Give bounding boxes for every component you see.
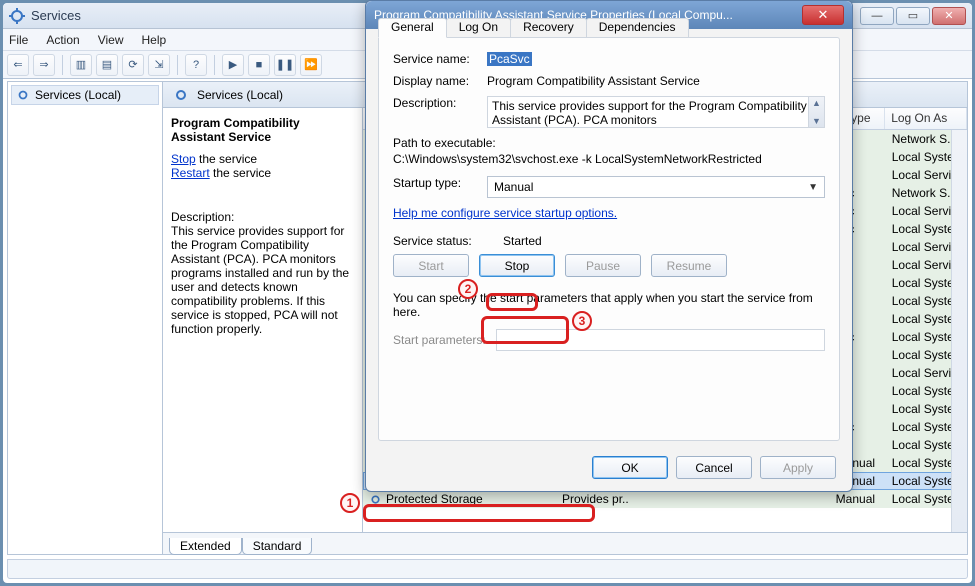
start-hint: You can specify the start parameters tha… [393,291,825,319]
detail-desc-heading: Description: [171,210,234,224]
dialog-tabs: General Log On Recovery Dependencies [378,19,688,39]
restart-link[interactable]: Restart [171,166,210,180]
status-label: Service status: [393,234,503,248]
export-button[interactable]: ⇲ [148,54,170,76]
detail-title: Program Compatibility Assistant Service [171,116,352,144]
pause-button[interactable]: Pause [565,254,641,277]
tab-extended[interactable]: Extended [169,538,242,555]
stop-button[interactable]: Stop [479,254,555,277]
col-logon[interactable]: Log On As [885,108,967,129]
help-startup-link[interactable]: Help me configure service startup option… [393,206,617,220]
statusbar [7,559,968,579]
desc-label: Description: [393,96,487,128]
dialog-close-button[interactable]: ✕ [802,5,844,25]
tab-general[interactable]: General [378,18,447,38]
desc-value: This service provides support for the Pr… [492,99,807,127]
annotation-label-2: 2 [458,279,478,299]
cell-startup: Manual [830,492,886,506]
chevron-up-icon: ▲ [812,98,821,108]
menu-file[interactable]: File [9,33,28,47]
startup-label: Startup type: [393,176,487,198]
restart-suffix: the service [210,166,271,180]
window-controls: — ▭ ✕ [860,7,966,25]
svcname-label: Service name: [393,52,487,66]
gear-icon [173,87,189,103]
path-label: Path to executable: [393,136,825,150]
back-button[interactable]: ⇐ [7,54,29,76]
separator [62,55,63,75]
tree-item-services-local[interactable]: Services (Local) [11,85,159,105]
tab-dependencies[interactable]: Dependencies [586,18,689,38]
annotation-box-2 [486,293,538,311]
tree-pane: Services (Local) [8,82,163,554]
path-value: C:\Windows\system32\svchost.exe -k Local… [393,152,825,166]
menu-help[interactable]: Help [142,33,167,47]
menu-action[interactable]: Action [46,33,79,47]
start-service-button[interactable]: ▶ [222,54,244,76]
show-hide-tree-button[interactable]: ▥ [70,54,92,76]
detail-desc-text: This service provides support for the Pr… [171,224,349,336]
resume-button[interactable]: Resume [651,254,727,277]
scrollbar[interactable] [951,130,967,532]
annotation-box-1 [363,504,595,522]
apply-button[interactable]: Apply [760,456,836,479]
service-properties-dialog: Program Compatibility Assistant Service … [365,0,853,492]
desc-box[interactable]: This service provides support for the Pr… [487,96,825,128]
pause-service-button[interactable]: ❚❚ [274,54,296,76]
forward-button[interactable]: ⇒ [33,54,55,76]
separator [177,55,178,75]
maximize-button[interactable]: ▭ [896,7,930,25]
annotation-box-3 [481,316,569,344]
ok-button[interactable]: OK [592,456,668,479]
properties-button[interactable]: ▤ [96,54,118,76]
menu-view[interactable]: View [98,33,124,47]
refresh-button[interactable]: ⟳ [122,54,144,76]
svcname-value[interactable]: PcaSvc [487,52,532,66]
annotation-label-1: 1 [340,493,360,513]
list-header-title: Services (Local) [197,88,283,102]
startparams-label: Start parameters: [393,333,486,347]
tab-recovery[interactable]: Recovery [510,18,587,38]
chevron-down-icon: ▼ [812,116,821,126]
tab-standard[interactable]: Standard [242,538,313,555]
detail-pane: Program Compatibility Assistant Service … [163,108,363,532]
startup-value: Manual [494,180,533,194]
stop-service-button[interactable]: ■ [248,54,270,76]
chevron-down-icon: ▼ [808,182,818,193]
help-button[interactable]: ? [185,54,207,76]
restart-service-button[interactable]: ⏩ [300,54,322,76]
cancel-button[interactable]: Cancel [676,456,752,479]
dispname-value: Program Compatibility Assistant Service [487,74,825,88]
start-button[interactable]: Start [393,254,469,277]
dialog-buttons: OK Cancel Apply [592,456,836,479]
tab-logon[interactable]: Log On [446,18,511,38]
bottom-tabs: Extended Standard [163,532,967,554]
dialog-body: Service name: PcaSvc Display name: Progr… [378,37,840,441]
services-app-icon [9,8,25,24]
service-control-buttons: Start Stop Pause Resume [393,254,825,277]
status-value: Started [503,234,825,248]
stop-suffix: the service [196,152,257,166]
gear-icon [16,88,30,102]
minimize-button[interactable]: — [860,7,894,25]
dispname-label: Display name: [393,74,487,88]
desc-scrollbar[interactable]: ▲▼ [808,97,824,127]
close-button[interactable]: ✕ [932,7,966,25]
stop-link[interactable]: Stop [171,152,196,166]
separator [214,55,215,75]
tree-item-label: Services (Local) [35,88,121,102]
annotation-label-3: 3 [572,311,592,331]
startup-select[interactable]: Manual ▼ [487,176,825,198]
